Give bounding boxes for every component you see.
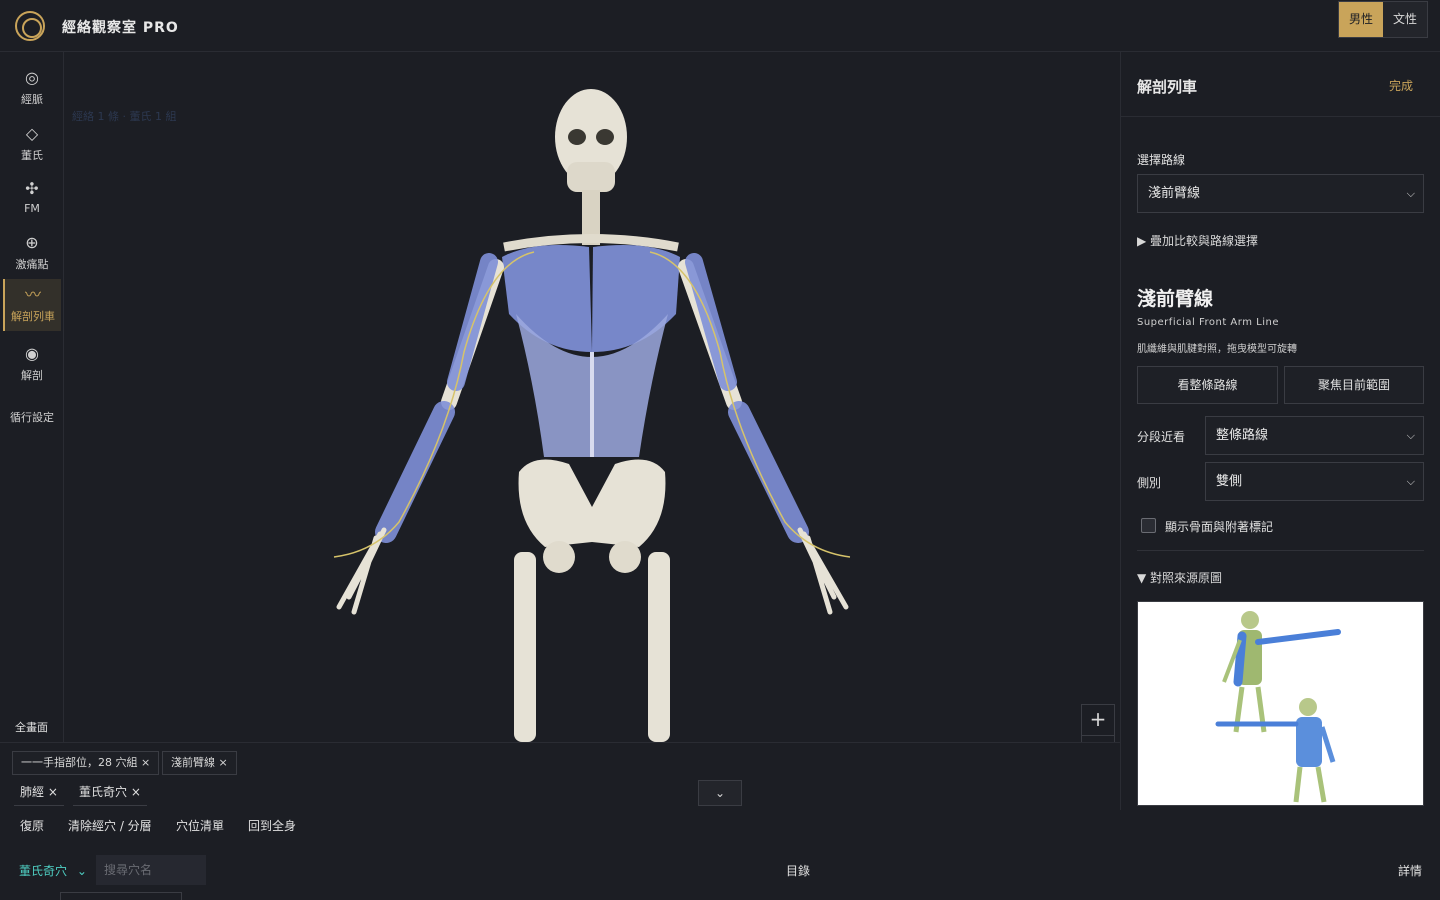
side-label: 側別 — [1137, 476, 1162, 490]
meridian-line-right — [649, 251, 851, 558]
undo-button[interactable]: 復原 — [20, 817, 44, 834]
clear-layers-button[interactable]: 清除經穴 / 分層 — [68, 817, 152, 834]
chevron-down-icon: ⌄ — [76, 864, 87, 878]
sidebar-item-label: 經脈 — [21, 93, 43, 106]
target-icon: ◎ — [25, 68, 39, 87]
dot-circle-icon: ◉ — [25, 344, 39, 363]
sidebar-item-trigger-points[interactable]: ⊕ 激痛點 — [3, 227, 61, 277]
left-sidebar: ◎ 經脈 ◇ 董氏 ✣ FM ⊕ 激痛點 〰 解剖列車 ◉ 解剖 循行設定 — [0, 52, 64, 742]
line-name-english: Superficial Front Arm Line — [1137, 317, 1279, 328]
details-tab[interactable]: 詳情 — [1398, 862, 1422, 879]
app-title: 經絡觀察室 PRO — [62, 20, 179, 36]
gender-female-button[interactable]: 文性 — [1383, 2, 1427, 37]
sidebar-item-anatomy-trains[interactable]: 〰 解剖列車 — [3, 279, 61, 331]
femur-left — [514, 552, 536, 742]
logo-icon — [15, 11, 45, 41]
chevron-down-icon: ⌵ — [1406, 475, 1415, 488]
sidebar-item-label: 解剖列車 — [11, 310, 55, 323]
reference-image-toggle[interactable]: ▼ 對照來源原圖 — [1137, 569, 1222, 586]
tag-tung-points[interactable]: 董氏奇穴 × — [73, 780, 147, 806]
move-icon: ✣ — [25, 179, 39, 198]
side-select[interactable]: 雙側 ⌵ — [1205, 462, 1424, 501]
segment-select[interactable]: 整條路線 ⌵ — [1205, 416, 1424, 455]
chevron-down-icon: ⌵ — [1406, 187, 1415, 200]
clavicles — [503, 234, 679, 252]
sidebar-item-label: 董氏 — [21, 149, 43, 162]
pelvis — [518, 459, 666, 547]
panel-header: 解剖列車 完成 — [1121, 52, 1440, 117]
tag-lung-meridian[interactable]: 肺經 × — [14, 780, 64, 806]
settings-link[interactable]: 循行設定 — [0, 409, 64, 425]
collapse-panel-button[interactable]: ⌄ — [698, 780, 742, 806]
gender-male-button[interactable]: 男性 — [1339, 2, 1383, 37]
top-bar: 經絡觀察室 PRO 男性 文性 — [0, 0, 1440, 52]
hip-socket-left — [543, 541, 575, 573]
segment-select-value: 整條路線 — [1216, 428, 1269, 443]
line-description: 肌纖維與肌腱對照，拖曳模型可旋轉 — [1137, 344, 1297, 355]
femur-right — [648, 552, 670, 742]
bone-markers-label: 顯示骨面與附著標記 — [1165, 520, 1274, 534]
right-panel: 解剖列車 完成 選擇路線 淺前臂線 ⌵ ▶ 疊加比較與路線選擇 淺前臂線 Sup… — [1120, 52, 1440, 810]
reference-image — [1137, 601, 1424, 806]
hip-socket-right — [609, 541, 641, 573]
fullscreen-button[interactable]: 全畫面 — [15, 719, 48, 735]
route-select-value: 淺前臂線 — [1148, 186, 1201, 201]
sidebar-item-fm[interactable]: ✣ FM — [3, 173, 61, 223]
side-select-value: 雙側 — [1216, 474, 1243, 489]
jaw — [567, 162, 615, 192]
chevron-down-icon: ⌵ — [1406, 429, 1415, 442]
panel-title: 解剖列車 — [1137, 78, 1198, 96]
pectoral-right — [592, 244, 680, 352]
bone-markers-checkbox[interactable] — [1141, 518, 1156, 533]
sidebar-item-label: FM — [24, 202, 40, 215]
point-list-button[interactable]: 穴位清單 — [176, 817, 224, 834]
wave-icon: 〰 — [24, 285, 41, 304]
overlay-compare-toggle[interactable]: ▶ 疊加比較與路線選擇 — [1137, 232, 1258, 249]
reset-body-button[interactable]: 回到全身 — [248, 817, 296, 834]
plus-circle-icon: ⊕ — [25, 233, 39, 252]
meridian-line-left — [333, 251, 535, 558]
category-dropdown[interactable]: 董氏奇穴 ⌄ — [19, 862, 87, 879]
gender-toggle: 男性 文性 — [1338, 1, 1428, 38]
sidebar-item-label: 解剖 — [21, 369, 43, 382]
eye-socket-left — [568, 129, 586, 145]
skeleton-model[interactable] — [64, 52, 1120, 742]
point-search-input[interactable] — [96, 855, 206, 885]
pectoral-left — [502, 244, 592, 352]
category-label: 董氏奇穴 — [19, 864, 68, 878]
divider — [1137, 550, 1424, 551]
catalog-tab[interactable]: 目錄 — [786, 862, 810, 879]
chevron-down-icon: ⌄ — [714, 786, 726, 800]
eye-socket-right — [596, 129, 614, 145]
route-select[interactable]: 淺前臂線 ⌵ — [1137, 174, 1424, 213]
forearm-right — [728, 401, 809, 543]
zoom-in-button[interactable]: + — [1081, 704, 1115, 736]
tab-indicator — [60, 892, 182, 900]
3d-viewport[interactable]: 經絡 1 條 · 董氏 1 組 + — [64, 52, 1120, 742]
sidebar-item-label: 激痛點 — [15, 258, 49, 271]
view-full-route-button[interactable]: 看整條路線 — [1137, 366, 1278, 404]
filter-chip-arm-line[interactable]: 淺前臂線 × — [162, 751, 237, 775]
diamond-icon: ◇ — [25, 124, 39, 143]
forearm-left — [375, 401, 455, 543]
reference-figure — [1215, 611, 1341, 803]
sidebar-item-tung[interactable]: ◇ 董氏 — [3, 118, 61, 168]
route-select-label: 選擇路線 — [1137, 153, 1186, 167]
segment-label: 分段近看 — [1137, 430, 1186, 444]
line-name: 淺前臂線 — [1137, 288, 1214, 310]
sidebar-item-meridian[interactable]: ◎ 經脈 — [3, 62, 61, 112]
focus-range-button[interactable]: 聚焦目前範圍 — [1284, 366, 1424, 404]
sidebar-item-anatomy[interactable]: ◉ 解剖 — [3, 338, 61, 388]
done-button[interactable]: 完成 — [1389, 77, 1413, 94]
filter-chip-fingers[interactable]: 一一手指部位，28 穴組 × — [12, 751, 160, 775]
